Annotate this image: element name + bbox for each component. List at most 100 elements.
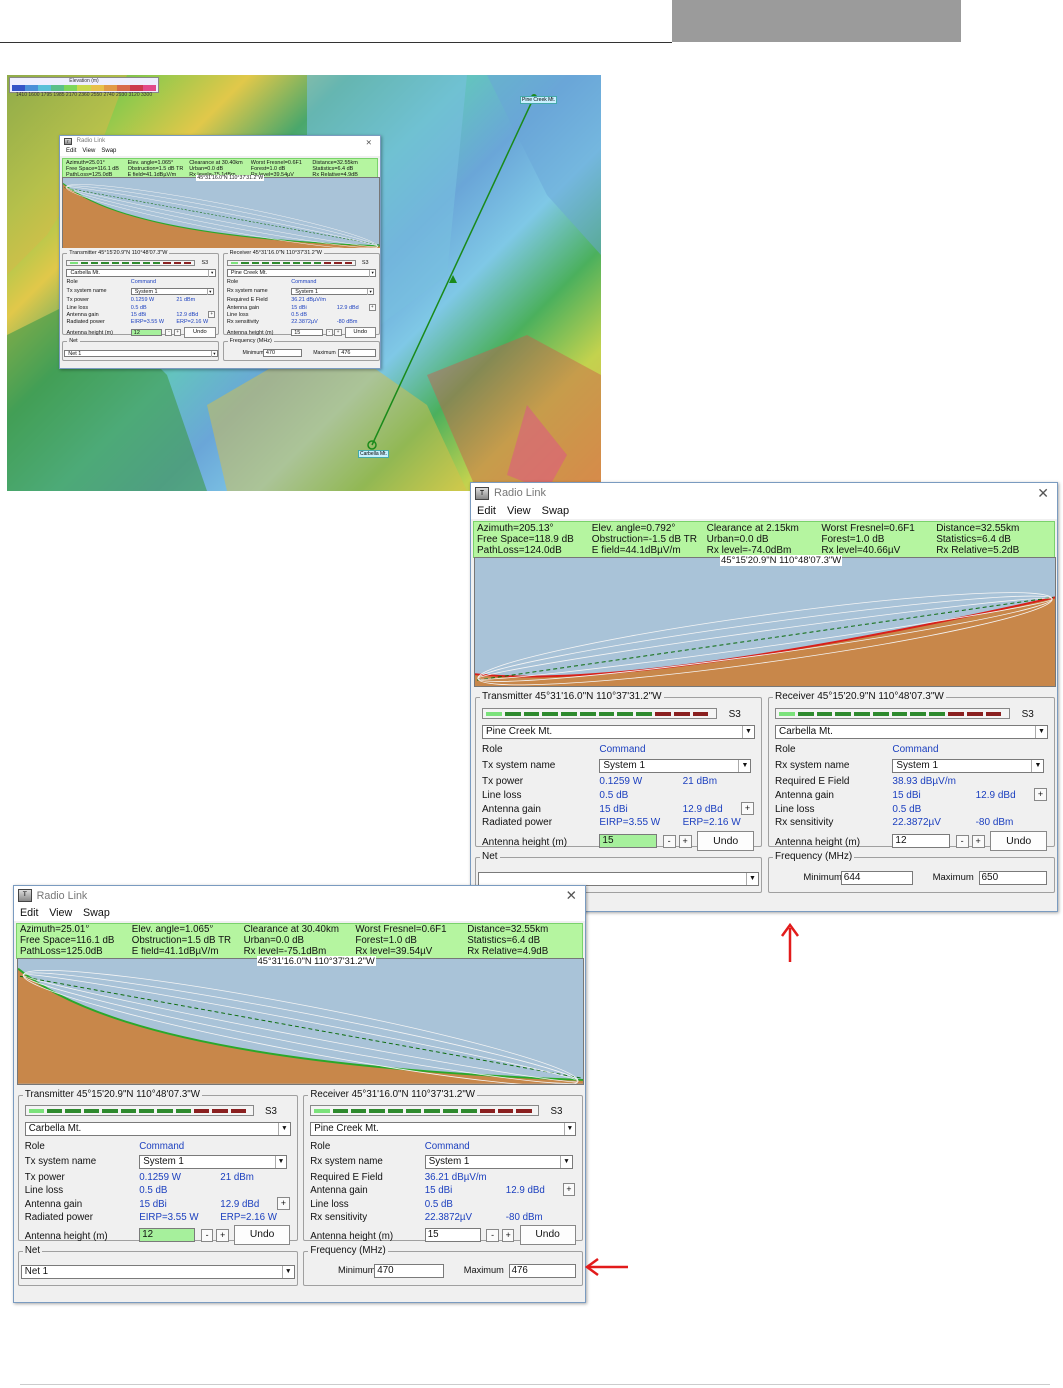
meter-segment xyxy=(175,1108,192,1113)
chevron-down-icon[interactable]: ▼ xyxy=(278,1122,290,1135)
undo-button[interactable]: Undo xyxy=(990,831,1048,851)
antenna-gain-label: Antenna gain xyxy=(775,790,834,801)
system-name-select[interactable]: System 1 ▼ xyxy=(599,759,752,773)
gain-plus-button[interactable]: + xyxy=(562,1183,576,1197)
menu-edit[interactable]: Edit xyxy=(477,505,496,517)
radio-link-window-bottom[interactable]: T Radio Link ✕ Edit View Swap Azimuth=25.… xyxy=(13,885,586,1303)
tx-site-select[interactable]: Carbella Mt. ▼ xyxy=(66,269,216,277)
gain-plus-button[interactable]: + xyxy=(1034,788,1047,801)
chevron-down-icon[interactable]: ▼ xyxy=(560,1156,572,1168)
menu-view[interactable]: View xyxy=(49,907,72,919)
window-titlebar[interactable]: T Radio Link ✕ xyxy=(14,886,585,906)
receiver-group: Receiver 45°15'20.9"N 110°48'07.3"W S3 Car… xyxy=(768,691,1055,851)
height-minus-button[interactable]: - xyxy=(955,835,969,848)
frequency-max-input[interactable]: 476 xyxy=(338,349,376,357)
undo-button[interactable]: Undo xyxy=(519,1225,576,1245)
window-titlebar[interactable]: T Radio Link ✕ xyxy=(60,136,380,147)
menu-swap[interactable]: Swap xyxy=(101,148,116,154)
gain-plus-button[interactable]: + xyxy=(208,311,216,319)
close-icon[interactable]: ✕ xyxy=(366,138,372,147)
menu-swap[interactable]: Swap xyxy=(542,505,570,517)
path-profile-view[interactable] xyxy=(16,958,584,1087)
frequency-max-input[interactable]: 476 xyxy=(508,1264,576,1278)
menu-view[interactable]: View xyxy=(82,148,95,154)
frequency-min-input[interactable]: 644 xyxy=(840,871,913,885)
rx-site-select[interactable]: Carbella Mt. ▼ xyxy=(775,725,1048,739)
gain-plus-button[interactable]: + xyxy=(368,303,376,311)
height-minus-button[interactable]: - xyxy=(325,329,333,337)
gain-plus-button[interactable]: + xyxy=(741,802,754,815)
radio-link-window-mini[interactable]: T Radio Link ✕ Edit View Swap Azimuth=25.… xyxy=(59,135,381,369)
meter-segment xyxy=(163,261,171,264)
net-select[interactable]: Net 1 ▼ xyxy=(20,1265,295,1279)
window-titlebar[interactable]: T Radio Link ✕ xyxy=(471,483,1057,503)
path-profile-view[interactable] xyxy=(61,176,380,250)
menu-view[interactable]: View xyxy=(507,505,531,517)
radio-link-window-top[interactable]: T Radio Link ✕ Edit View Swap Azimuth=205… xyxy=(470,482,1058,912)
chevron-down-icon[interactable]: ▼ xyxy=(210,350,218,358)
height-minus-button[interactable]: - xyxy=(200,1229,214,1242)
undo-button[interactable]: Undo xyxy=(344,327,376,339)
chevron-down-icon[interactable]: ▼ xyxy=(274,1156,287,1168)
chevron-down-icon[interactable]: ▼ xyxy=(366,288,374,296)
antenna-height-input[interactable]: 12 xyxy=(139,1228,196,1242)
height-plus-button[interactable]: + xyxy=(174,329,182,337)
close-icon[interactable]: ✕ xyxy=(1037,485,1049,502)
menu-edit[interactable]: Edit xyxy=(20,907,38,919)
path-profile-view[interactable] xyxy=(474,557,1056,687)
undo-button[interactable]: Undo xyxy=(184,327,216,339)
height-plus-button[interactable]: + xyxy=(678,835,692,848)
required-field-label: Required E Field xyxy=(226,296,268,303)
radiated-power-value-alt: ERP=2.16 W xyxy=(682,817,741,828)
chevron-down-icon[interactable]: ▼ xyxy=(281,1266,294,1278)
frequency-min-input[interactable]: 470 xyxy=(262,349,303,357)
height-minus-button[interactable]: - xyxy=(486,1229,499,1242)
chevron-down-icon[interactable]: ▼ xyxy=(738,760,750,772)
chevron-down-icon[interactable]: ▼ xyxy=(1031,760,1043,772)
antenna-height-input[interactable]: 15 xyxy=(291,328,323,337)
chevron-down-icon[interactable]: ▼ xyxy=(746,873,758,885)
height-plus-button[interactable]: + xyxy=(501,1229,515,1242)
chevron-down-icon[interactable]: ▼ xyxy=(563,1122,576,1135)
stat-cell: Urban=0.0 dB xyxy=(243,935,305,946)
system-name-select[interactable]: System 1 ▼ xyxy=(291,287,375,296)
menu-swap[interactable]: Swap xyxy=(83,907,110,919)
gain-plus-button[interactable]: + xyxy=(277,1197,290,1210)
undo-button[interactable]: Undo xyxy=(234,1225,291,1245)
site-label-pine-creek[interactable]: Pine Creek Mt. xyxy=(520,96,558,104)
rx-site-select[interactable]: Pine Creek Mt. ▼ xyxy=(226,269,377,277)
frequency-min-input[interactable]: 470 xyxy=(374,1264,445,1278)
tx-site-select[interactable]: Carbella Mt. ▼ xyxy=(24,1121,291,1136)
net-select[interactable]: Net 1 ▼ xyxy=(64,349,219,358)
frequency-max-input[interactable]: 650 xyxy=(978,871,1048,885)
stat-cell: Obstruction=-1.5 dB TR xyxy=(591,534,697,545)
height-minus-button[interactable]: - xyxy=(662,835,676,848)
system-name-select[interactable]: System 1 ▼ xyxy=(892,759,1045,773)
chevron-down-icon[interactable]: ▼ xyxy=(208,270,215,277)
system-name-select[interactable]: System 1 ▼ xyxy=(130,287,215,296)
chevron-down-icon[interactable]: ▼ xyxy=(1035,726,1047,738)
net-select[interactable]: ▼ xyxy=(478,872,759,886)
system-name-select[interactable]: System 1 ▼ xyxy=(424,1155,573,1169)
antenna-height-input[interactable]: 12 xyxy=(892,834,950,848)
chevron-down-icon[interactable]: ▼ xyxy=(368,270,376,277)
height-plus-button[interactable]: + xyxy=(334,329,342,337)
tx-site-select[interactable]: Pine Creek Mt. ▼ xyxy=(482,725,755,739)
site-label-carbella[interactable]: Carbella Mt. xyxy=(358,450,389,458)
antenna-height-input[interactable]: 15 xyxy=(599,834,657,848)
height-minus-button[interactable]: - xyxy=(165,329,173,337)
system-name-select[interactable]: System 1 ▼ xyxy=(139,1155,288,1169)
rx-site-select[interactable]: Pine Creek Mt. ▼ xyxy=(310,1121,577,1136)
menu-edit[interactable]: Edit xyxy=(66,148,76,154)
height-plus-button[interactable]: + xyxy=(216,1229,229,1242)
antenna-height-input[interactable]: 15 xyxy=(424,1228,481,1242)
undo-button[interactable]: Undo xyxy=(697,831,755,851)
antenna-height-input[interactable]: 12 xyxy=(130,328,163,337)
meter-segment xyxy=(251,261,259,264)
height-plus-button[interactable]: + xyxy=(971,835,985,848)
terrain-map[interactable]: Elevation (m) 1410 1600 1795 1985 2170 2… xyxy=(7,75,601,491)
chevron-down-icon[interactable]: ▼ xyxy=(742,726,754,738)
close-icon[interactable]: ✕ xyxy=(566,888,577,904)
rx-sensitivity-value: 22.3872µV xyxy=(424,1211,473,1223)
chevron-down-icon[interactable]: ▼ xyxy=(206,288,214,296)
